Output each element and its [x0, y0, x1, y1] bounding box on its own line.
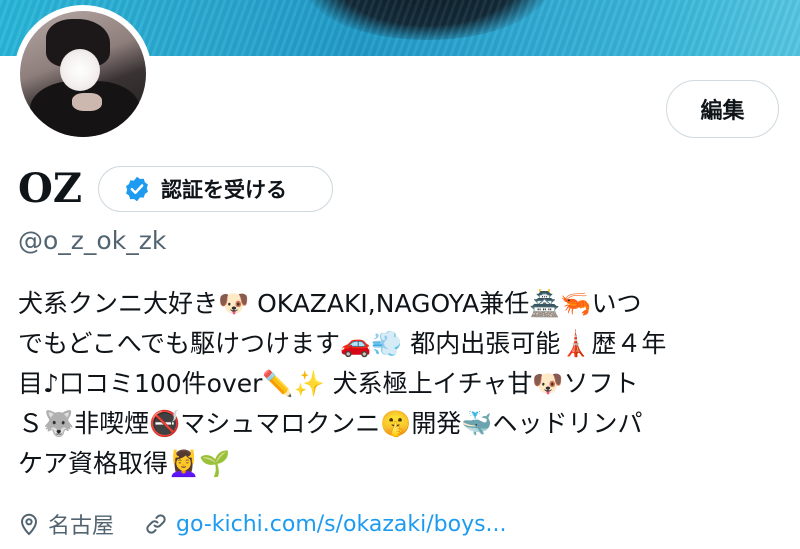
bio-line: 目♪口コミ100件over✏️✨ 犬系極上イチャ甘🐶ソフト	[18, 369, 639, 398]
profile-meta: 名古屋 go-kichi.com/s/okazaki/boys...	[18, 508, 507, 540]
avatar-hand	[72, 93, 102, 111]
link-icon	[146, 514, 166, 534]
profile-bio: 犬系クンニ大好き🐶 OKAZAKI,NAGOYA兼任🏯🦐いつ でもどこへでも駆け…	[18, 284, 788, 484]
profile-handle: @o_z_ok_zk	[18, 226, 167, 255]
bio-line: 犬系クンニ大好き🐶 OKAZAKI,NAGOYA兼任🏯🦐いつ	[18, 289, 642, 318]
get-verified-button[interactable]: 認証を受ける	[98, 166, 333, 212]
avatar-photo	[20, 11, 146, 137]
get-verified-label: 認証を受ける	[161, 178, 287, 202]
bio-line: ケア資格取得💆‍♀️🌱	[18, 449, 231, 478]
verified-badge-icon	[126, 176, 148, 202]
location-text: 名古屋	[48, 514, 115, 539]
location-pin-icon	[20, 513, 38, 536]
avatar[interactable]	[14, 5, 152, 143]
avatar-face-blur	[60, 49, 100, 91]
profile-name: OZ	[18, 165, 83, 212]
bio-line: でもどこへでも駆けつけます🚗💨 都内出張可能🗼歴４年	[18, 329, 667, 358]
edit-profile-button[interactable]: 編集	[666, 80, 779, 138]
bio-line: Ｓ🐺非喫煙🚭マシュマロクンニ🤫開発🐳ヘッドリンパ	[18, 409, 643, 438]
website-link[interactable]: go-kichi.com/s/okazaki/boys...	[176, 512, 507, 537]
